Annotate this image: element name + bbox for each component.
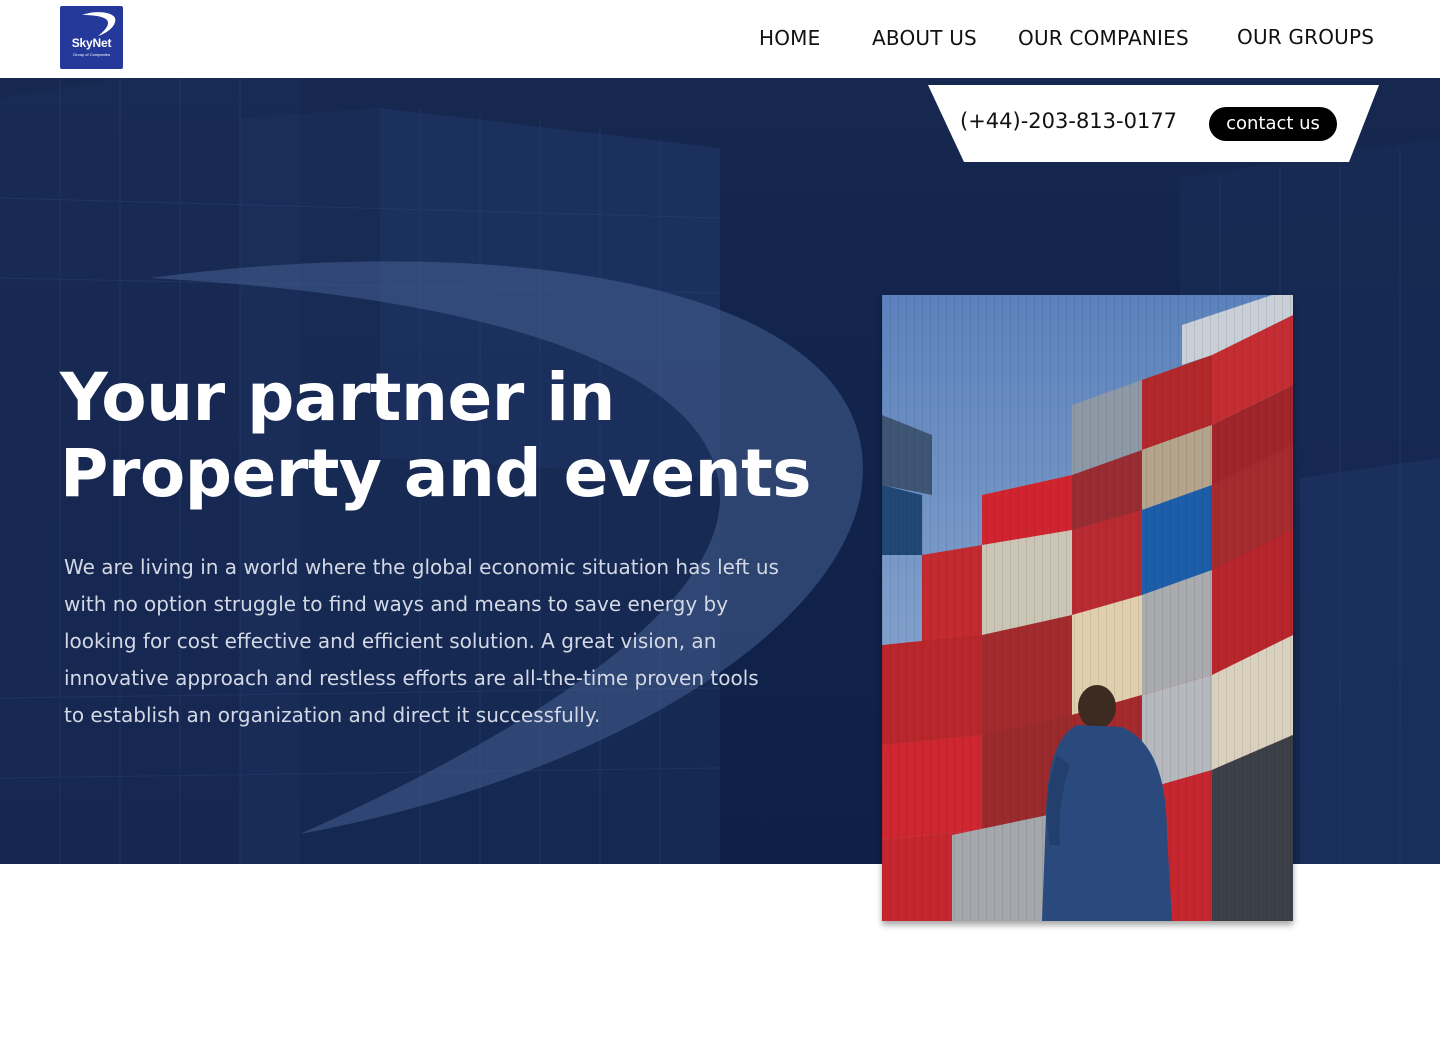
site-header: SkyNet Group of Companies HOME ABOUT US … xyxy=(0,0,1440,78)
logo-tagline: Group of Companies xyxy=(73,52,110,57)
phone-number-link[interactable]: (+44)-203-813-0177 xyxy=(960,109,1177,133)
nav-home[interactable]: HOME xyxy=(759,26,820,50)
containers-illustration xyxy=(882,295,1293,921)
contact-bar: (+44)-203-813-0177 contact us xyxy=(928,85,1379,162)
nav-about-us[interactable]: ABOUT US xyxy=(872,26,977,50)
nav-our-groups[interactable]: OUR GROUPS xyxy=(1237,25,1374,49)
contact-us-button[interactable]: contact us xyxy=(1209,107,1337,141)
hero-title-line-2: Property and events xyxy=(60,435,811,512)
nav-our-companies[interactable]: OUR COMPANIES xyxy=(1018,26,1189,50)
page: SkyNet Group of Companies HOME ABOUT US … xyxy=(0,0,1440,1037)
hero-title: Your partner in Property and events xyxy=(60,360,860,512)
hero-image-containers xyxy=(882,295,1293,921)
skynet-logo[interactable]: SkyNet Group of Companies xyxy=(60,6,123,69)
logo-name: SkyNet xyxy=(71,36,112,50)
hero-description: We are living in a world where the globa… xyxy=(64,555,779,727)
hero-title-line-1: Your partner in xyxy=(60,359,615,436)
